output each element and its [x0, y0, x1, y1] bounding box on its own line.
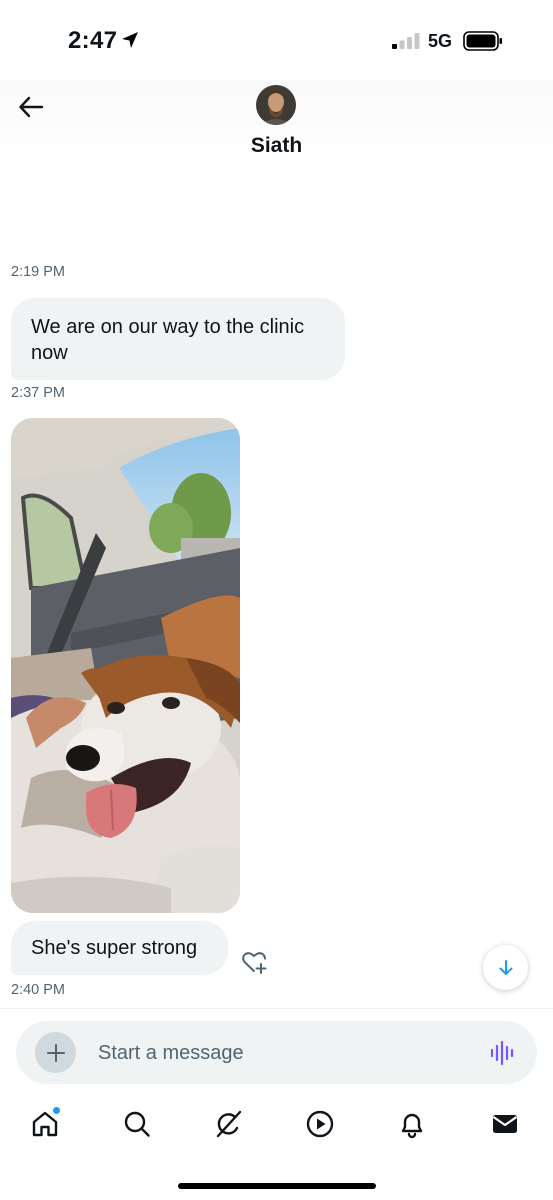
add-media-button[interactable]	[35, 1032, 76, 1073]
message-timestamp: 2:37 PM	[11, 385, 65, 401]
tab-messages[interactable]	[487, 1106, 523, 1142]
mail-icon	[492, 1115, 518, 1133]
conversation-header: Siath	[0, 80, 553, 170]
message-text: She's super strong	[31, 937, 198, 959]
heart-add-icon[interactable]	[240, 948, 268, 976]
bell-icon	[401, 1113, 423, 1139]
arrow-down-icon	[499, 959, 512, 975]
avatar[interactable]	[256, 85, 296, 125]
message-text: We are on our way to the clinic now	[31, 316, 305, 364]
tab-notifications[interactable]	[394, 1106, 430, 1142]
back-arrow-icon[interactable]	[18, 94, 44, 120]
message-timestamp: 2:40 PM	[11, 982, 65, 998]
scroll-to-bottom-button[interactable]	[483, 945, 528, 990]
play-icon	[306, 1110, 334, 1138]
home-indicator	[178, 1183, 376, 1189]
tab-search[interactable]	[119, 1106, 155, 1142]
contact-name[interactable]: Siath	[0, 134, 553, 158]
status-bar: 2:47 5G	[0, 0, 553, 80]
plus-icon	[46, 1043, 65, 1062]
grok-icon	[216, 1110, 242, 1138]
message-photo[interactable]	[11, 418, 240, 913]
tab-video[interactable]	[302, 1106, 338, 1142]
tab-grok[interactable]	[211, 1106, 247, 1142]
message-composer	[16, 1021, 537, 1084]
message-bubble[interactable]: We are on our way to the clinic now	[11, 298, 345, 380]
network-type: 5G	[428, 31, 453, 51]
message-input[interactable]	[98, 1040, 458, 1066]
notification-dot	[53, 1107, 60, 1114]
voice-message-icon[interactable]	[488, 1038, 518, 1068]
status-time: 2:47	[68, 27, 118, 54]
message-text: Idk how but she just sat up. Vet couldn'…	[31, 171, 314, 245]
divider	[0, 1008, 553, 1009]
battery-icon	[463, 31, 502, 51]
signal-icon	[392, 33, 420, 49]
location-arrow-icon	[122, 32, 138, 48]
search-icon	[124, 1111, 150, 1137]
message-bubble[interactable]: She's super strong	[11, 921, 228, 975]
message-timestamp: 2:19 PM	[11, 264, 65, 280]
